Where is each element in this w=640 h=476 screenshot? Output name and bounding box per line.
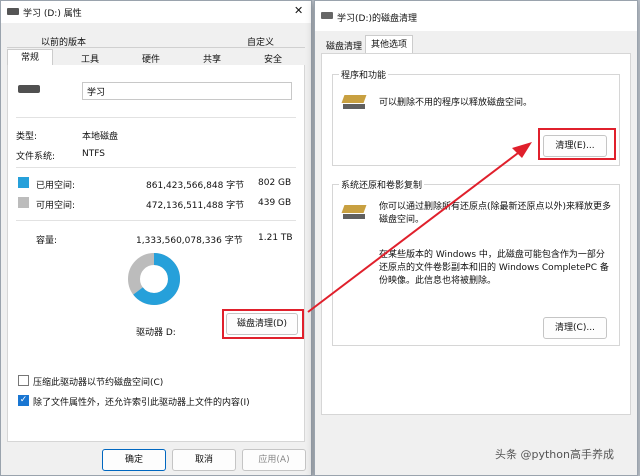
annotation-arrow <box>307 142 532 313</box>
arrow-line <box>307 149 523 313</box>
